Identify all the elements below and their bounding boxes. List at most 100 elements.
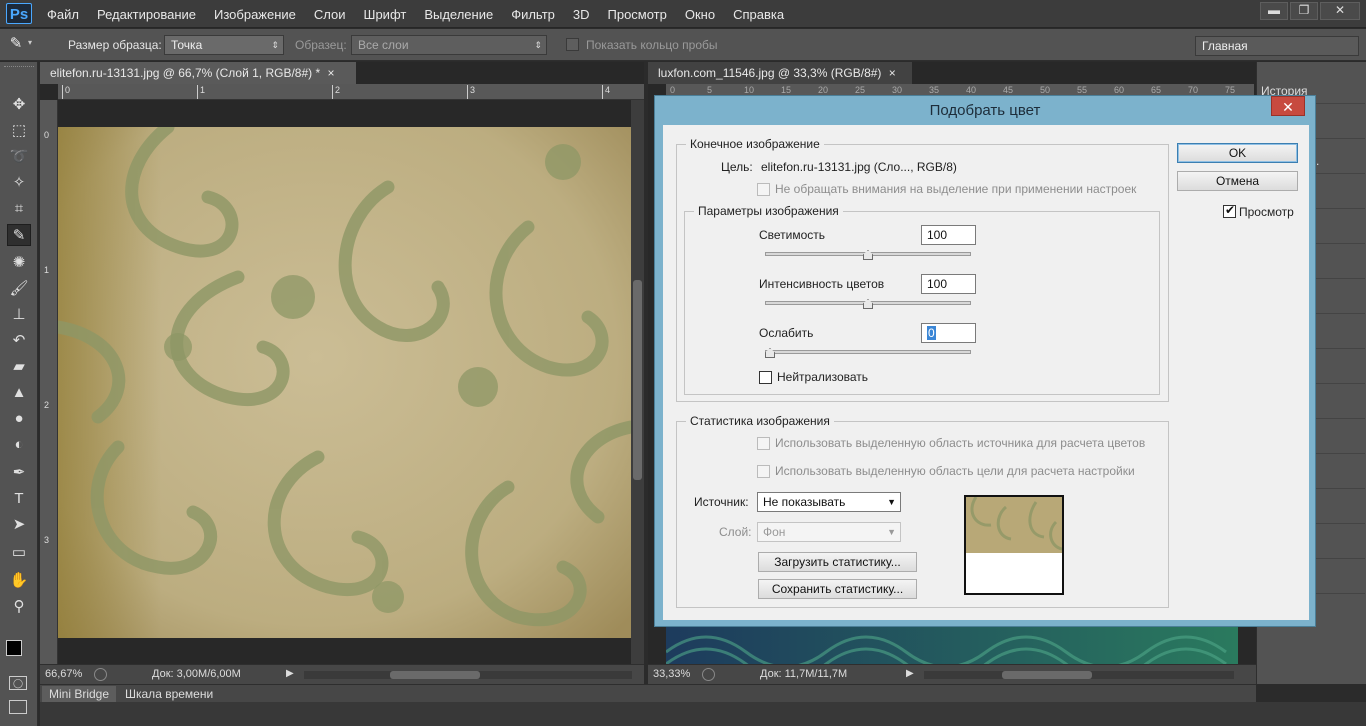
destination-image-group: Конечное изображение Цель: elitefon.ru-1… [676,137,1169,402]
healing-brush-tool-icon[interactable]: ✺ [7,252,31,274]
lasso-tool-icon[interactable]: ➰ [7,146,31,168]
menu-item-5[interactable]: Выделение [415,7,502,22]
sample-value: Все слои [358,38,409,52]
horizontal-ruler: 0 1 2 3 4 [58,84,644,100]
ruler-tick-label: 3 [467,85,475,99]
history-brush-tool-icon[interactable]: ↶ [7,330,31,352]
statistics-preview-thumbnail [964,495,1064,595]
show-ring-checkbox[interactable] [566,38,579,51]
menu-item-6[interactable]: Фильтр [502,7,564,22]
close-tab-icon[interactable]: × [889,66,896,80]
use-source-selection-checkbox[interactable] [757,437,770,450]
load-statistics-button[interactable]: Загрузить статистику... [758,552,917,572]
scroll-thumb[interactable] [390,671,480,679]
scroll-thumb[interactable] [1002,671,1092,679]
menu-item-1[interactable]: Редактирование [88,7,205,22]
sample-size-select[interactable]: Точка ⇕ [164,35,284,55]
doc-info-icon[interactable] [702,668,715,681]
source-select[interactable]: Не показывать ▼ [757,492,901,512]
quick-mask-icon[interactable]: ◯ [9,676,27,690]
luminance-slider[interactable] [765,250,971,260]
menu-item-4[interactable]: Шрифт [355,7,416,22]
eraser-tool-icon[interactable]: ▰ [7,356,31,378]
slider-thumb[interactable] [765,348,775,358]
type-tool-icon[interactable]: T [7,488,31,510]
source-select-value: Не показывать [763,495,846,509]
workspace-select[interactable]: Главная [1195,36,1359,56]
vertical-scrollbar[interactable] [631,100,644,664]
brush-tool-icon[interactable]: 🖌 [7,278,31,300]
gradient-tool-icon[interactable]: ▲ [7,382,31,404]
ok-button[interactable]: OK [1177,143,1298,163]
window-close-button[interactable]: ✕ [1320,2,1360,20]
screen-mode-icon[interactable] [9,700,27,714]
color-intensity-input[interactable]: 100 [921,274,976,294]
horizontal-scrollbar[interactable] [304,671,632,679]
dialog-close-button[interactable]: ✕ [1271,96,1305,116]
doc-info-icon[interactable] [94,668,107,681]
fade-slider[interactable] [765,348,971,358]
zoom-tool-icon[interactable]: ⚲ [7,596,31,618]
menu-item-7[interactable]: 3D [564,7,599,22]
zoom-level[interactable]: 33,33% [653,668,690,680]
doc-tab-elitefon[interactable]: elitefon.ru-13131.jpg @ 66,7% (Слой 1, R… [40,62,356,84]
fade-input[interactable]: 0 [921,323,976,343]
eyedropper-tool-icon[interactable]: ✎ [7,224,31,246]
luminance-input[interactable]: 100 [921,225,976,245]
blur-tool-icon[interactable]: ● [7,408,31,430]
ignore-selection-checkbox[interactable] [757,183,770,196]
target-label: Цель: [721,160,753,174]
neutralize-checkbox[interactable] [759,371,772,384]
doc-tab-luxfon[interactable]: luxfon.com_11546.jpg @ 33,3% (RGB/8#) × [648,62,912,84]
foreground-color-swatch[interactable] [6,640,22,656]
menu-item-9[interactable]: Окно [676,7,724,22]
ruler-tick-label: 10 [744,85,755,95]
status-menu-arrow-icon[interactable]: ▶ [906,668,914,679]
clone-stamp-tool-icon[interactable]: ⊥ [7,304,31,326]
menu-item-0[interactable]: Файл [38,7,88,22]
hand-tool-icon[interactable]: ✋ [7,570,31,592]
magic-wand-tool-icon[interactable]: ✧ [7,172,31,194]
image-options-group-title: Параметры изображения [694,204,843,218]
slider-thumb[interactable] [863,299,873,309]
source-label: Источник: [694,495,749,509]
horizontal-scrollbar[interactable] [924,671,1234,679]
marquee-tool-icon[interactable]: ⬚ [7,120,31,142]
status-bar-1: 66,67% Док: 3,00M/6,00M ▶ [40,664,644,684]
luminance-label: Светимость [759,228,826,242]
sample-label: Образец: [295,38,347,52]
panel-grip[interactable] [4,66,34,70]
color-intensity-slider[interactable] [765,299,971,309]
dodge-tool-icon[interactable]: ◐ [7,434,31,456]
status-menu-arrow-icon[interactable]: ▶ [286,668,294,679]
menu-item-8[interactable]: Просмотр [599,7,676,22]
tab-mini-bridge[interactable]: Mini Bridge [42,686,117,703]
restore-button[interactable]: ❐ [1290,2,1318,20]
zoom-level[interactable]: 66,67% [45,668,82,680]
menu-item-10[interactable]: Справка [724,7,793,22]
layer-select[interactable]: Фон ▼ [757,522,901,542]
scroll-thumb[interactable] [633,280,642,480]
minimize-button[interactable]: ▬ [1260,2,1288,20]
crop-tool-icon[interactable]: ⌗ [7,198,31,220]
preview-checkbox[interactable]: ✔ [1223,203,1236,218]
menu-item-2[interactable]: Изображение [205,7,305,22]
menu-item-3[interactable]: Слои [305,7,355,22]
updown-arrow-icon: ⇕ [534,40,542,50]
document-canvas-1[interactable] [58,127,631,638]
close-tab-icon[interactable]: × [328,66,335,80]
pen-tool-icon[interactable]: ✒ [7,462,31,484]
eyedropper-preset-icon[interactable]: ✎ [6,34,26,54]
slider-thumb[interactable] [863,250,873,260]
workspace-value: Главная [1202,39,1248,53]
sample-select[interactable]: Все слои ⇕ [351,35,547,55]
path-selection-tool-icon[interactable]: ➤ [7,514,31,536]
save-statistics-button[interactable]: Сохранить статистику... [758,579,917,599]
ruler-tick-label: 75 [1225,85,1236,95]
use-target-selection-checkbox[interactable] [757,465,770,478]
tab-timeline[interactable]: Шкала времени [118,686,220,703]
cancel-button[interactable]: Отмена [1177,171,1298,191]
shape-tool-icon[interactable]: ▭ [7,542,31,564]
move-tool-icon[interactable]: ✥ [7,94,31,116]
preset-dropdown-arrow-icon[interactable]: ▾ [28,38,32,47]
